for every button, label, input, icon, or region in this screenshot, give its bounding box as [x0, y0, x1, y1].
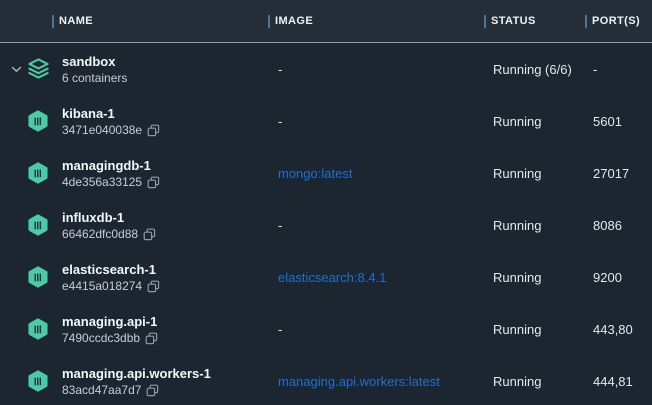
container-icon — [27, 266, 49, 288]
table-row[interactable]: managing.api.workers-1 83acd47aa7d7 mana… — [0, 355, 652, 405]
row-gutter — [0, 251, 52, 303]
copy-icon[interactable] — [145, 332, 158, 345]
compose-stack-icon — [27, 58, 50, 80]
name-cell: elasticsearch-1 e4415a018274 — [52, 251, 268, 303]
copy-icon[interactable] — [146, 384, 159, 397]
container-id-row: 7490ccdc3dbb — [62, 331, 158, 346]
copy-icon[interactable] — [147, 176, 160, 189]
row-gutter — [0, 95, 52, 147]
copy-icon[interactable] — [143, 228, 156, 241]
row-gutter — [0, 43, 52, 95]
column-separator — [585, 15, 587, 28]
container-icon — [27, 214, 49, 236]
container-id: e4415a018274 — [62, 279, 142, 294]
container-id-row: 83acd47aa7d7 — [62, 383, 159, 398]
container-id: 66462dfc0d88 — [62, 227, 138, 242]
status-cell: Running (6/6) — [484, 43, 585, 95]
name-cell: managing.api-1 7490ccdc3dbb — [52, 303, 268, 355]
row-gutter — [0, 199, 52, 251]
container-id-row: 6 containers — [62, 71, 127, 86]
column-label: PORT(S) — [592, 15, 640, 27]
table-row[interactable]: kibana-1 3471e040038e - Running 5601 — [0, 95, 652, 147]
container-name: elasticsearch-1 — [62, 261, 156, 278]
image-cell: - — [268, 199, 484, 251]
image-cell: - — [268, 43, 484, 95]
header-gutter — [0, 0, 52, 42]
ports-cell: 444,81 — [585, 355, 652, 405]
container-name: managingdb-1 — [62, 157, 151, 174]
container-id-row: 4de356a33125 — [62, 175, 160, 190]
table-row[interactable]: managing.api-1 7490ccdc3dbb - Running 44… — [0, 303, 652, 355]
name-cell: managingdb-1 4de356a33125 — [52, 147, 268, 199]
status-cell: Running — [484, 95, 585, 147]
column-separator — [268, 15, 270, 28]
container-id: 7490ccdc3dbb — [62, 331, 140, 346]
image-cell: - — [268, 95, 484, 147]
column-label: STATUS — [491, 15, 536, 27]
container-id: 6 containers — [62, 71, 127, 86]
container-id-row: 3471e040038e — [62, 123, 160, 138]
row-gutter — [0, 303, 52, 355]
table-header: NAME IMAGE STATUS PORT(S) — [0, 0, 652, 43]
container-icon — [27, 370, 49, 392]
status-cell: Running — [484, 251, 585, 303]
container-id-row: e4415a018274 — [62, 279, 160, 294]
container-id-row: 66462dfc0d88 — [62, 227, 156, 242]
ports-cell: 443,80 — [585, 303, 652, 355]
container-icon — [27, 110, 49, 132]
name-cell: sandbox 6 containers — [52, 43, 268, 95]
container-icon — [27, 162, 49, 184]
row-gutter — [0, 355, 52, 405]
status-cell: Running — [484, 355, 585, 405]
name-cell: managing.api.workers-1 83acd47aa7d7 — [52, 355, 268, 405]
ports-cell: 5601 — [585, 95, 652, 147]
status-cell: Running — [484, 199, 585, 251]
container-icon — [27, 318, 49, 340]
image-link[interactable]: mongo:latest — [268, 147, 484, 199]
row-gutter — [0, 147, 52, 199]
container-id: 83acd47aa7d7 — [62, 383, 141, 398]
status-cell: Running — [484, 147, 585, 199]
image-cell: - — [268, 303, 484, 355]
container-name: managing.api-1 — [62, 313, 157, 330]
chevron-down-icon[interactable] — [11, 66, 22, 73]
container-id: 4de356a33125 — [62, 175, 142, 190]
column-label: NAME — [59, 15, 93, 27]
table-row[interactable]: influxdb-1 66462dfc0d88 - Running 8086 — [0, 199, 652, 251]
table-body: sandbox 6 containers - Running (6/6) - — [0, 43, 652, 405]
container-name: sandbox — [62, 53, 115, 70]
table-row[interactable]: elasticsearch-1 e4415a018274 elasticsear… — [0, 251, 652, 303]
table-row[interactable]: sandbox 6 containers - Running (6/6) - — [0, 43, 652, 95]
container-name: kibana-1 — [62, 105, 115, 122]
container-name: managing.api.workers-1 — [62, 365, 211, 382]
copy-icon[interactable] — [147, 124, 160, 137]
column-header-ports: PORT(S) — [585, 0, 652, 42]
ports-cell: 27017 — [585, 147, 652, 199]
ports-cell: 9200 — [585, 251, 652, 303]
column-header-status: STATUS — [484, 0, 585, 42]
container-name: influxdb-1 — [62, 209, 124, 226]
column-label: IMAGE — [275, 15, 313, 27]
column-separator — [484, 15, 486, 28]
ports-cell: 8086 — [585, 199, 652, 251]
status-cell: Running — [484, 303, 585, 355]
copy-icon[interactable] — [147, 280, 160, 293]
container-id: 3471e040038e — [62, 123, 142, 138]
containers-table: NAME IMAGE STATUS PORT(S) — [0, 0, 652, 405]
ports-cell: - — [585, 43, 652, 95]
image-link[interactable]: managing.api.workers:latest — [268, 355, 484, 405]
column-separator — [52, 15, 54, 28]
name-cell: influxdb-1 66462dfc0d88 — [52, 199, 268, 251]
name-cell: kibana-1 3471e040038e — [52, 95, 268, 147]
column-header-name: NAME — [52, 0, 268, 42]
column-header-image: IMAGE — [268, 0, 484, 42]
image-link[interactable]: elasticsearch:8.4.1 — [268, 251, 484, 303]
table-row[interactable]: managingdb-1 4de356a33125 mongo:latest R… — [0, 147, 652, 199]
